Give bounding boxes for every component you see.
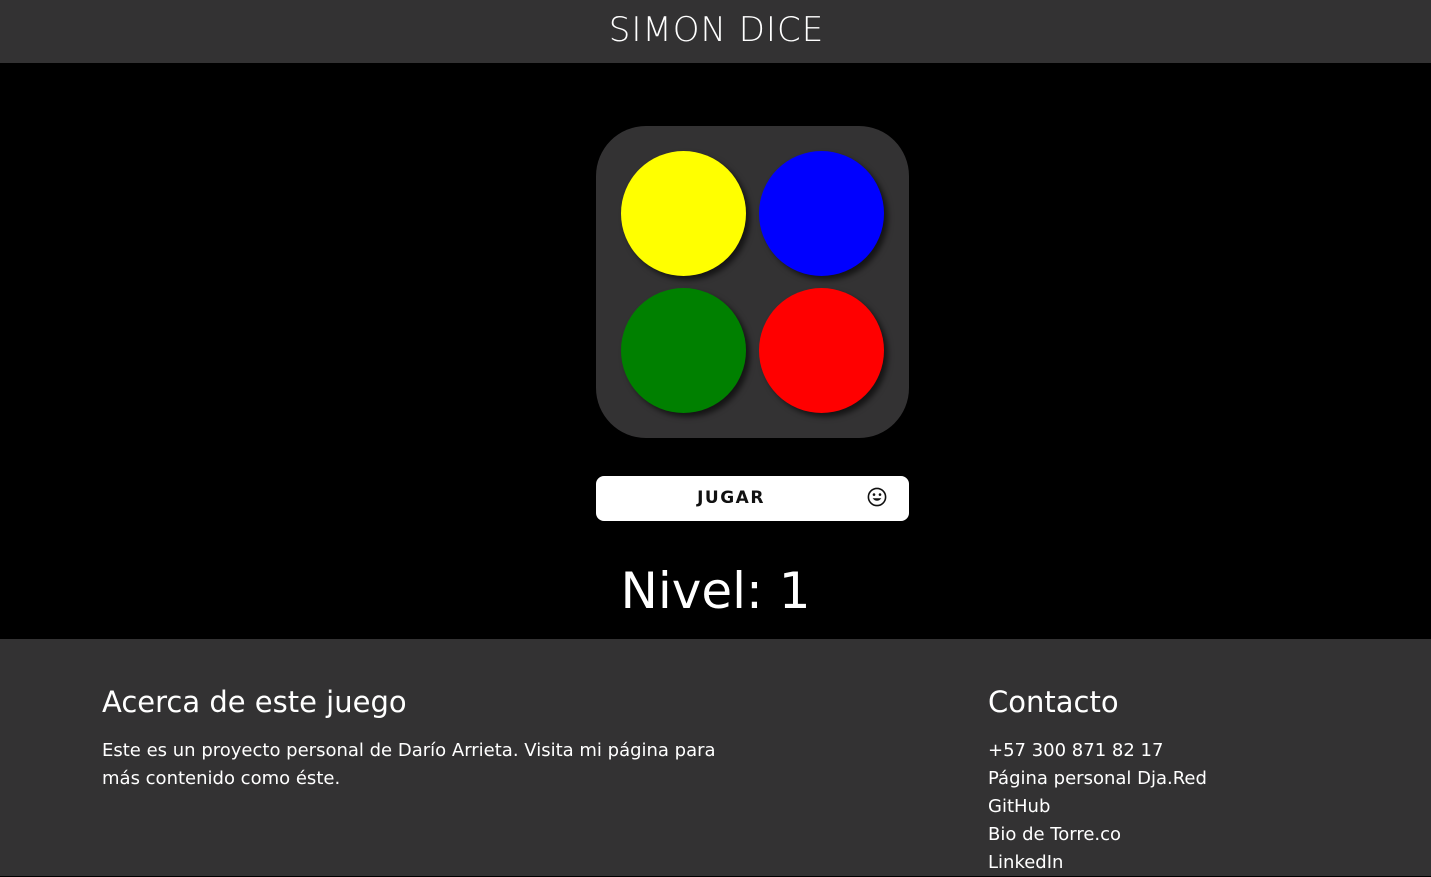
red-pad[interactable] [759, 288, 884, 413]
contact-personal-page-link[interactable]: Página personal Dja.Red [988, 765, 1348, 793]
contact-heading: Contacto [988, 685, 1119, 719]
about-text: Este es un proyecto personal de Darío Ar… [102, 740, 716, 789]
play-button-label: JUGAR [697, 488, 765, 508]
level-indicator: Nivel: 1 [620, 562, 811, 620]
contact-phone: +57 300 871 82 17 [988, 740, 1164, 761]
game-area: JUGAR Nivel: 1 [0, 63, 1431, 639]
play-button[interactable]: JUGAR [596, 476, 909, 521]
page-title: SIMON DICE [608, 9, 825, 50]
contact-linkedin-link[interactable]: LinkedIn [988, 849, 1348, 877]
about-heading: Acerca de este juego [102, 685, 407, 719]
contact-section: Contacto +57 300 871 82 17 Página person… [988, 683, 1348, 877]
blue-pad[interactable] [759, 151, 884, 276]
contact-list: +57 300 871 82 17 Página personal Dja.Re… [988, 737, 1348, 877]
smiley-face-icon [867, 487, 887, 507]
yellow-pad[interactable] [621, 151, 746, 276]
simon-board [596, 126, 909, 438]
contact-github-link[interactable]: GitHub [988, 793, 1348, 821]
page-footer: Acerca de este juego Este es un proyecto… [0, 639, 1431, 876]
green-pad[interactable] [621, 288, 746, 413]
contact-torre-link[interactable]: Bio de Torre.co [988, 821, 1348, 849]
about-section: Acerca de este juego Este es un proyecto… [102, 683, 742, 793]
page-header: SIMON DICE [0, 0, 1431, 63]
